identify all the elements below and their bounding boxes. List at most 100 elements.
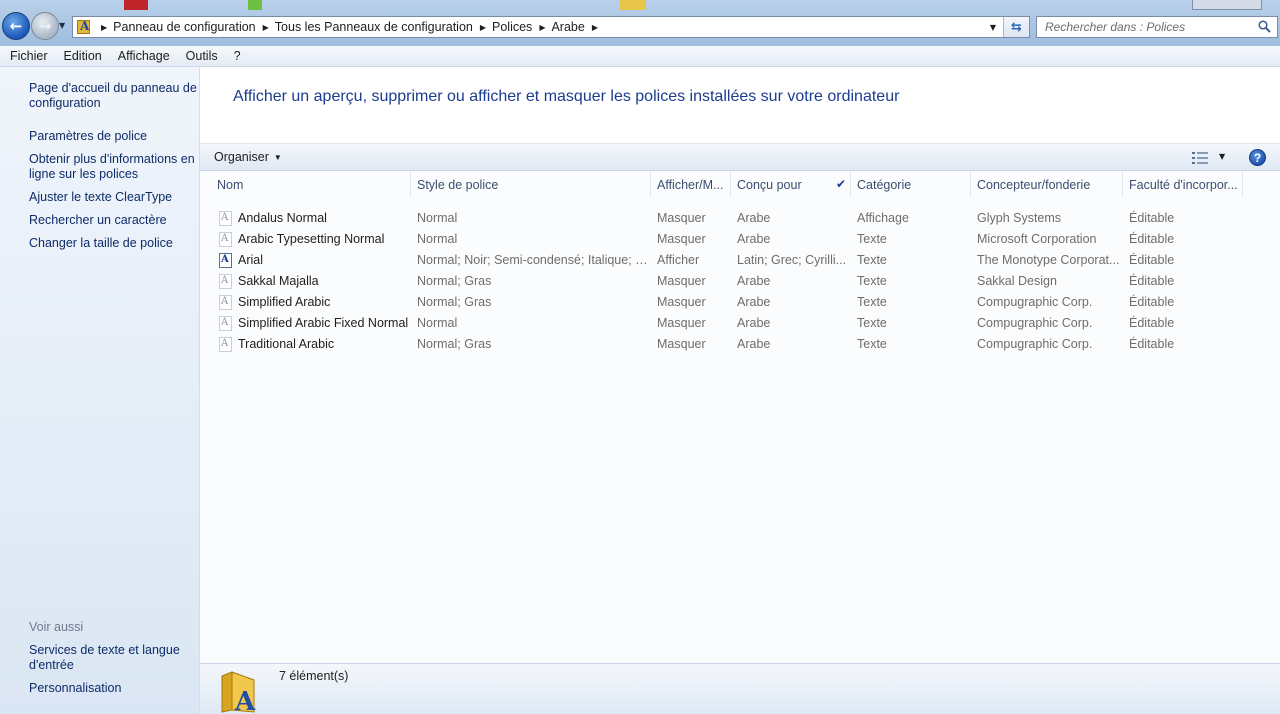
cell-style: Normal; Gras (417, 274, 492, 288)
font-name-label: Arabic Typesetting Normal (238, 232, 385, 246)
table-row[interactable]: A Traditional Arabic Normal; Gras Masquer Ar… (200, 334, 1280, 355)
breadcrumb-item[interactable]: Arabe (551, 20, 584, 34)
cell-designed-for: Arabe (737, 316, 771, 330)
page-title: Afficher un aperçu, supprimer ou affiche… (233, 88, 900, 105)
control-panel-home-link[interactable]: Page d'accueil du panneau de configurati… (29, 81, 197, 111)
text-services-link[interactable]: Services de texte et langue d'entrée (29, 643, 197, 673)
column-header-style[interactable]: Style de police (411, 171, 651, 197)
breadcrumb-item[interactable]: Panneau de configuration (113, 20, 255, 34)
font-name-label: Simplified Arabic (238, 295, 331, 309)
cell-font-name: A Simplified Arabic Fixed Normal (200, 313, 411, 334)
font-file-icon: A (218, 295, 233, 310)
menu-tools[interactable]: Outils (180, 49, 224, 63)
column-header-designer[interactable]: Concepteur/fonderie (971, 171, 1123, 197)
cell-font-name: A Arabic Typesetting Normal (200, 229, 411, 250)
window-controls[interactable] (1192, 0, 1262, 10)
cell-embeddability: Éditable (1129, 253, 1175, 267)
cell-designer: Compugraphic Corp. (977, 337, 1093, 351)
table-row[interactable]: A Arabic Typesetting Normal Normal Masquer A… (200, 229, 1280, 250)
background-window-strip (620, 0, 646, 10)
back-button[interactable]: ← (2, 12, 30, 40)
cell-designed-for: Latin; Grec; Cyrilli... (737, 253, 847, 267)
breadcrumb-item[interactable]: Tous les Panneaux de configuration (275, 20, 473, 34)
svg-text:A: A (234, 687, 256, 714)
change-font-size-link[interactable]: Changer la taille de police (29, 236, 197, 251)
menu-view[interactable]: Affichage (112, 49, 176, 63)
font-file-icon: A (218, 211, 233, 226)
cell-show-hide: Masquer (657, 316, 706, 330)
cell-category: Texte (857, 274, 887, 288)
address-bar[interactable]: A ▶ Panneau de configuration ▶ Tous les … (72, 16, 1030, 38)
cell-style: Normal (417, 232, 458, 246)
help-icon[interactable]: ? (1249, 149, 1266, 166)
column-header-designed-for[interactable]: Conçu pour (731, 171, 851, 197)
cell-show-hide: Masquer (657, 295, 706, 309)
breadcrumb-separator-icon[interactable]: ▶ (532, 23, 551, 32)
cell-embeddability: Éditable (1129, 232, 1175, 246)
cell-font-name: A Sakkal Majalla (200, 271, 411, 292)
cell-font-name: A Simplified Arabic (200, 292, 411, 313)
task-pane: Page d'accueil du panneau de configurati… (0, 67, 200, 714)
find-character-link[interactable]: Rechercher un caractère (29, 213, 197, 228)
cell-embeddability: Éditable (1129, 295, 1175, 309)
cell-designed-for: Arabe (737, 274, 771, 288)
refresh-button[interactable]: ⇆ (1003, 17, 1029, 37)
font-settings-link[interactable]: Paramètres de police (29, 129, 197, 144)
column-header-show-hide[interactable]: Afficher/M... (651, 171, 731, 197)
item-count: 7 élément(s) (279, 669, 349, 683)
cell-font-name: A Andalus Normal (200, 208, 411, 229)
column-header-embeddability[interactable]: Faculté d'incorpor... (1123, 171, 1243, 197)
arrow-left-icon: ← (9, 17, 23, 35)
search-input[interactable] (1045, 20, 1255, 34)
font-name-label: Sakkal Majalla (238, 274, 319, 288)
cell-style: Normal (417, 316, 458, 330)
fonts-online-info-link[interactable]: Obtenir plus d'informations en ligne sur… (29, 152, 197, 182)
breadcrumb-separator-icon[interactable]: ▶ (256, 23, 275, 32)
table-row[interactable]: A Simplified Arabic Normal; Gras Masquer Ara… (200, 292, 1280, 313)
organize-button[interactable]: Organiser ▼ (214, 150, 282, 164)
search-box[interactable] (1036, 16, 1278, 38)
cell-font-name: A Arial (200, 250, 411, 271)
font-file-icon: A (218, 274, 233, 289)
font-list: Nom ▲ Style de police Afficher/M... Conçu… (200, 171, 1280, 663)
personalization-link[interactable]: Personnalisation (29, 681, 197, 696)
view-details-icon[interactable] (1192, 152, 1208, 164)
main-content: Afficher un aperçu, supprimer ou affiche… (200, 67, 1280, 714)
forward-button[interactable]: → (31, 12, 59, 40)
menu-help[interactable]: ? (228, 49, 247, 63)
cell-category: Texte (857, 337, 887, 351)
font-name-label: Arial (238, 253, 264, 267)
cell-designed-for: Arabe (737, 211, 771, 225)
cell-designed-for: Arabe (737, 295, 771, 309)
cell-embeddability: Éditable (1129, 211, 1175, 225)
search-icon[interactable] (1258, 20, 1271, 33)
cell-style: Normal; Gras (417, 295, 492, 309)
breadcrumb-separator-icon[interactable]: ▶ (94, 23, 113, 32)
font-file-icon: A (218, 316, 233, 331)
cell-designed-for: Arabe (737, 232, 771, 246)
recent-pages-dropdown[interactable]: ▼ (59, 21, 65, 30)
cell-designed-for: Arabe (737, 337, 771, 351)
view-options-chevron-icon[interactable]: ▼ (1219, 152, 1225, 161)
column-header-category[interactable]: Catégorie (851, 171, 971, 197)
sort-ascending-icon: ▲ (316, 171, 323, 178)
checkmark-icon: ✔ (836, 177, 847, 191)
breadcrumb-separator-icon[interactable]: ▶ (473, 23, 492, 32)
breadcrumb-separator-icon[interactable]: ▶ (585, 23, 604, 32)
table-row[interactable]: A Simplified Arabic Fixed Normal Normal Mas… (200, 313, 1280, 334)
table-row[interactable]: A Arial Normal; Noir; Semi-condensé; Itali… (200, 250, 1280, 271)
breadcrumb-item[interactable]: Polices (492, 20, 532, 34)
cell-style: Normal (417, 211, 458, 225)
cleartype-link[interactable]: Ajuster le texte ClearType (29, 190, 197, 205)
see-also-heading: Voir aussi (29, 620, 84, 634)
table-row[interactable]: A Andalus Normal Normal Masquer Arabe Afficha… (200, 208, 1280, 229)
cell-embeddability: Éditable (1129, 274, 1175, 288)
column-header-name[interactable]: Nom ▲ (211, 171, 411, 197)
address-history-dropdown[interactable]: ▼ (985, 17, 1001, 37)
cell-embeddability: Éditable (1129, 337, 1175, 351)
menu-edit[interactable]: Edition (58, 49, 108, 63)
cell-category: Affichage (857, 211, 909, 225)
menu-file[interactable]: Fichier (4, 49, 54, 63)
table-row[interactable]: A Sakkal Majalla Normal; Gras Masquer Arabe T… (200, 271, 1280, 292)
cell-designer: Microsoft Corporation (977, 232, 1097, 246)
